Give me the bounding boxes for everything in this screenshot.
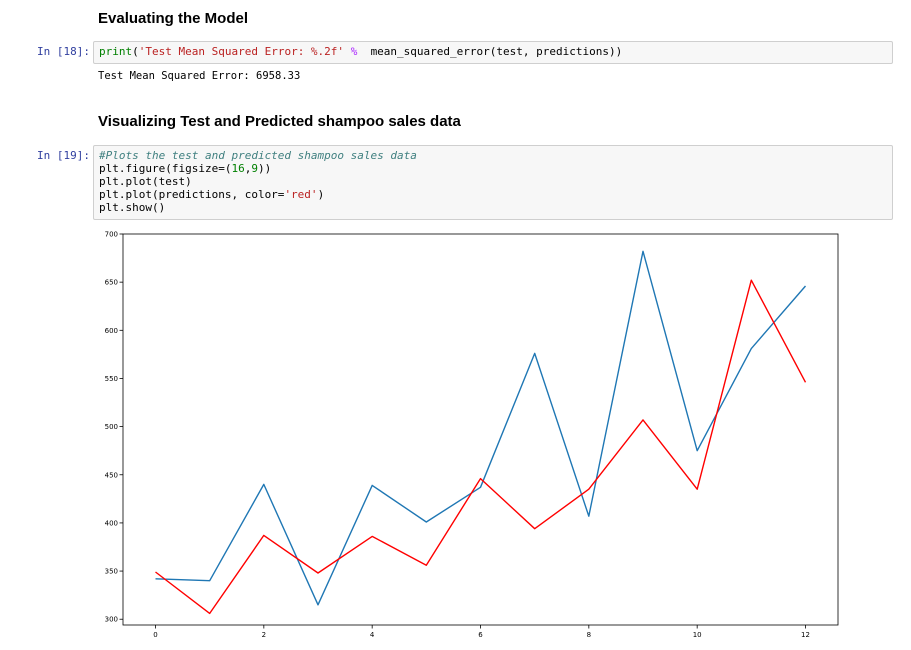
x-tick-label: 6 [478, 631, 483, 639]
y-tick-label: 600 [105, 327, 118, 335]
x-tick-label: 10 [693, 631, 702, 639]
y-tick-label: 550 [105, 375, 118, 383]
y-tick-label: 700 [105, 231, 118, 239]
x-tick-label: 12 [801, 631, 810, 639]
line-chart: 300 350 400 450 500 550 600 650 700 0 2 4 6 8 10 12 [105, 231, 839, 639]
x-tick-label: 0 [153, 631, 157, 639]
x-tick-label: 8 [587, 631, 591, 639]
y-tick-label: 650 [105, 279, 118, 287]
x-tick-label: 2 [262, 631, 266, 639]
x-tick-label: 4 [370, 631, 375, 639]
y-tick-label: 400 [105, 519, 118, 527]
y-tick-label: 500 [105, 423, 118, 431]
y-tick-label: 450 [105, 471, 118, 479]
y-tick-label: 350 [105, 568, 118, 576]
y-tick-label: 300 [105, 616, 118, 624]
plot-area [122, 233, 839, 626]
